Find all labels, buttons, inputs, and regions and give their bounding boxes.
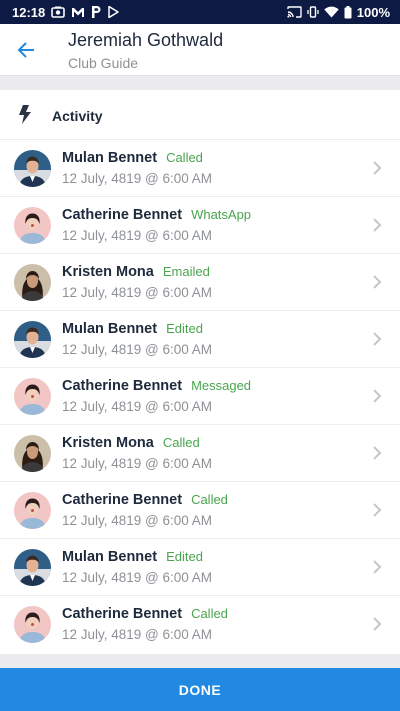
cast-icon [287,6,302,18]
activity-heading: Kristen Mona Emailed [62,264,210,280]
chevron-right-icon [372,502,382,523]
activity-type: Emailed [162,264,210,279]
chevron-right-icon [372,160,382,181]
contact-name: Catherine Bennet [62,378,183,394]
activity-heading: Mulan Bennet Edited [62,321,203,337]
activity-heading: Catherine Bennet Called [62,492,228,508]
done-button[interactable]: DONE [0,668,400,711]
activity-row[interactable]: Mulan Bennet Edited 12 July, 4819 @ 6:00 A… [0,539,400,596]
activity-row[interactable]: Catherine Bennet WhatsApp 12 July, 4819 @ … [0,197,400,254]
chevron-right-icon [372,274,382,295]
section-header: Activity [0,90,400,140]
activity-row[interactable]: Catherine Bennet Messaged 12 July, 4819 @ … [0,368,400,425]
activity-row[interactable]: Kristen Mona Called 12 July, 4819 @ 6:00 A… [0,425,400,482]
activity-list: Mulan Bennet Called 12 July, 4819 @ 6:00 A… [0,140,400,653]
vibrate-icon [307,6,319,18]
chevron-right-icon [372,445,382,466]
chevron-right-icon [372,217,382,238]
photo-icon [51,6,66,18]
back-arrow-icon [17,42,34,58]
parking-icon [91,6,102,18]
activity-timestamp: 12 July, 4819 @ 6:00 AM [62,285,213,300]
avatar [14,321,51,358]
activity-row[interactable]: Catherine Bennet Called 12 July, 4819 @ 6:… [0,482,400,539]
page-subtitle: Club Guide [68,55,139,71]
contact-name: Catherine Bennet [62,606,183,622]
app-header: Jeremiah Gothwald Club Guide [0,24,400,76]
avatar [14,264,51,301]
lightning-bolt-icon [18,105,32,129]
contact-name: Kristen Mona [62,264,154,280]
contact-name: Catherine Bennet [62,207,183,223]
page-title: Jeremiah Gothwald [68,30,224,50]
activity-heading: Mulan Bennet Edited [62,549,203,565]
chevron-right-icon [372,616,382,637]
activity-timestamp: 12 July, 4819 @ 6:00 AM [62,570,213,585]
wifi-icon [324,6,339,18]
avatar [14,207,51,244]
status-right: 100% [287,5,390,20]
contact-name: Mulan Bennet [62,150,158,166]
battery-icon [344,5,352,19]
activity-timestamp: 12 July, 4819 @ 6:00 AM [62,456,213,471]
avatar [14,378,51,415]
section-title: Activity [52,108,103,124]
contact-name: Mulan Bennet [62,321,158,337]
avatar [14,435,51,472]
activity-type: Edited [166,549,203,564]
activity-heading: Kristen Mona Called [62,435,200,451]
contact-name: Catherine Bennet [62,492,183,508]
status-bar: 12:18 100% [0,0,400,24]
avatar [14,606,51,643]
gmail-icon [71,7,85,18]
activity-timestamp: 12 July, 4819 @ 6:00 AM [62,228,213,243]
battery-percent: 100% [356,4,390,20]
activity-timestamp: 12 July, 4819 @ 6:00 AM [62,399,213,414]
status-time: 12:18 [12,4,46,20]
activity-heading: Catherine Bennet Messaged [62,378,251,394]
activity-row[interactable]: Mulan Bennet Called 12 July, 4819 @ 6:00 A… [0,140,400,197]
activity-type: Called [191,492,228,507]
activity-row[interactable]: Catherine Bennet Called 12 July, 4819 @ 6:… [0,596,400,653]
activity-heading: Catherine Bennet WhatsApp [62,207,251,223]
activity-card: Activity Mulan Bennet Called 12 July, 4819… [0,90,400,654]
activity-timestamp: 12 July, 4819 @ 6:00 AM [62,171,213,186]
activity-type: WhatsApp [191,207,252,222]
activity-type: Called [162,435,200,450]
activity-row[interactable]: Kristen Mona Emailed 12 July, 4819 @ 6:00 … [0,254,400,311]
activity-type: Messaged [191,378,252,393]
contact-name: Kristen Mona [62,435,154,451]
play-store-icon [108,6,119,18]
chevron-right-icon [372,331,382,352]
activity-timestamp: 12 July, 4819 @ 6:00 AM [62,627,213,642]
activity-timestamp: 12 July, 4819 @ 6:00 AM [62,513,213,528]
avatar [14,549,51,586]
avatar [14,150,51,187]
avatar [14,492,51,529]
activity-type: Edited [166,321,203,336]
chevron-right-icon [372,388,382,409]
chevron-right-icon [372,559,382,580]
contact-name: Mulan Bennet [62,549,158,565]
status-left: 12:18 [12,5,119,20]
activity-type: Called [191,606,228,621]
activity-timestamp: 12 July, 4819 @ 6:00 AM [62,342,213,357]
activity-heading: Catherine Bennet Called [62,606,228,622]
activity-row[interactable]: Mulan Bennet Edited 12 July, 4819 @ 6:00 A… [0,311,400,368]
activity-type: Called [166,150,203,165]
activity-heading: Mulan Bennet Called [62,150,203,166]
back-button[interactable] [12,36,40,64]
